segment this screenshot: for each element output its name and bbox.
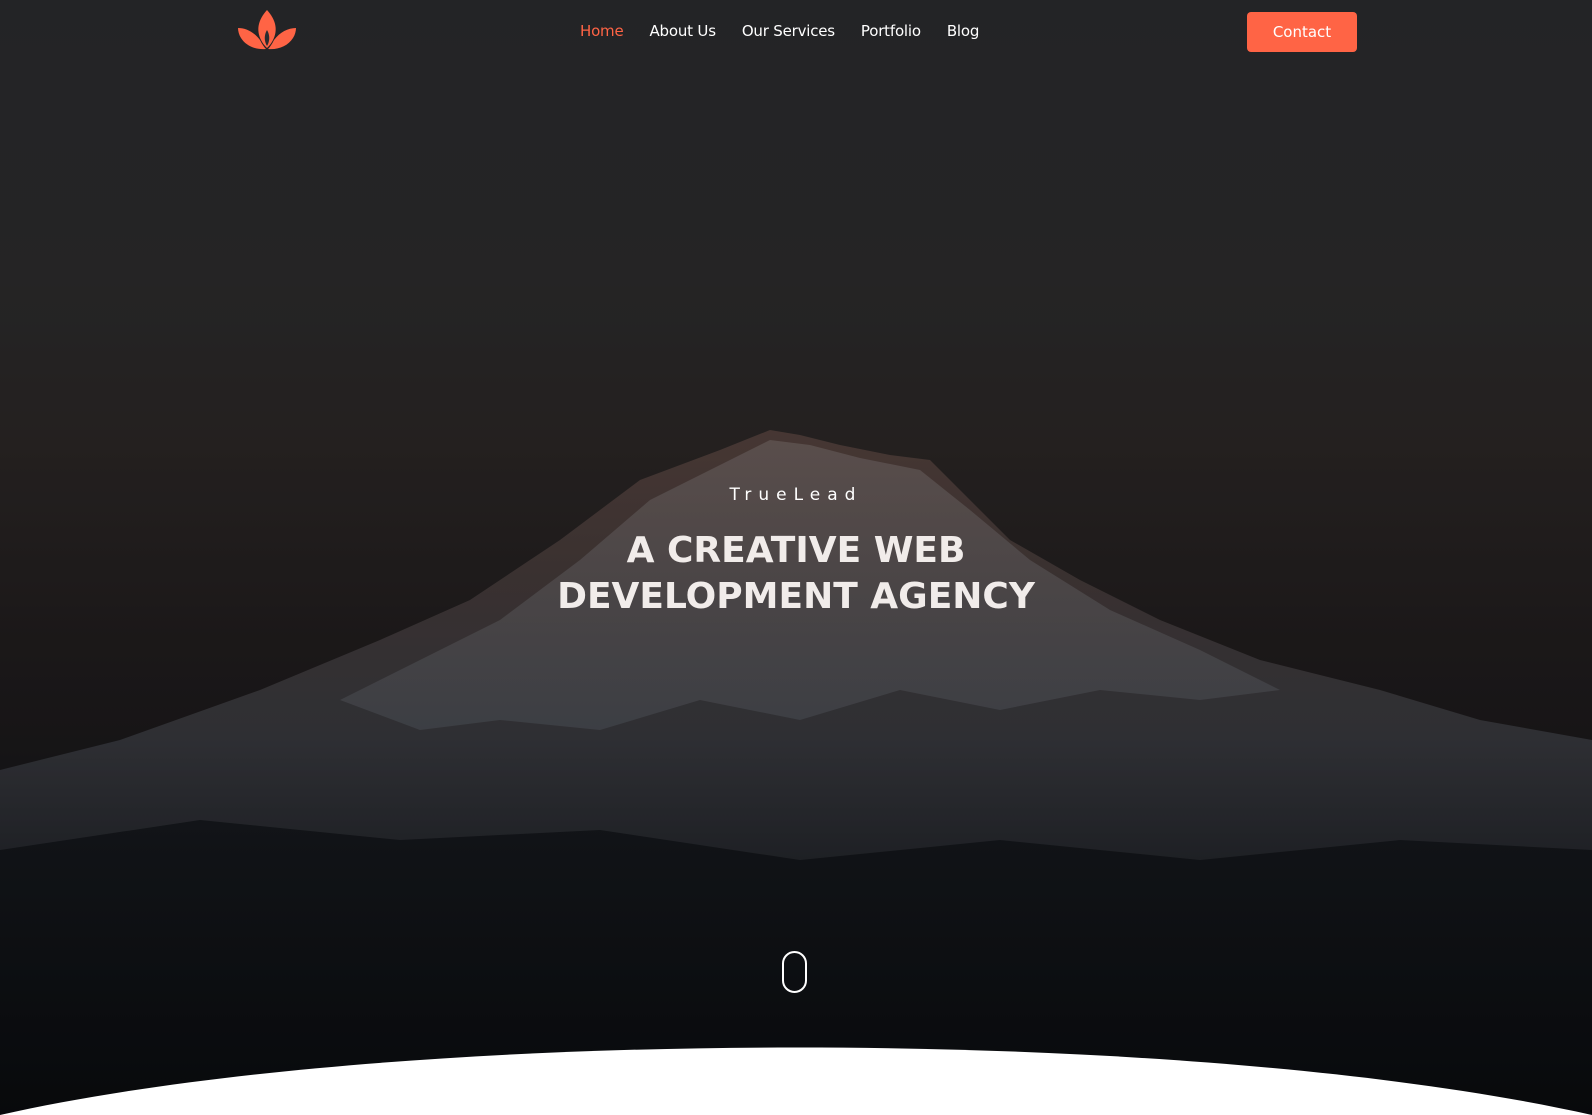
nav-link-blog[interactable]: Blog [947,22,980,40]
hero-headline-line-2: DEVELOPMENT AGENCY [557,576,1035,617]
mouse-scroll-icon[interactable] [782,951,807,993]
site-header: Home About Us Our Services Portfolio Blo… [0,0,1592,64]
nav-item-blog: Blog [947,22,980,41]
nav-item-our-services: Our Services [742,22,835,41]
nav-link-portfolio[interactable]: Portfolio [861,22,921,40]
hero-eyebrow-brand: TrueLead [729,485,863,505]
nav-item-portfolio: Portfolio [861,22,921,41]
hero-headline-line-1: A CREATIVE WEB [626,530,966,571]
nav-link-about-us[interactable]: About Us [650,22,717,40]
nav-link-our-services[interactable]: Our Services [742,22,835,40]
contact-button[interactable]: Contact [1247,12,1357,52]
nav-link-home[interactable]: Home [580,22,624,40]
main-nav: Home About Us Our Services Portfolio Blo… [580,22,979,41]
lotus-flame-logo-icon[interactable] [236,8,298,52]
nav-item-home: Home [580,22,624,41]
nav-item-about-us: About Us [650,22,717,41]
hero-headline: A CREATIVE WEB DEVELOPMENT AGENCY [0,528,1592,620]
bottom-curve-divider [0,1047,1592,1115]
